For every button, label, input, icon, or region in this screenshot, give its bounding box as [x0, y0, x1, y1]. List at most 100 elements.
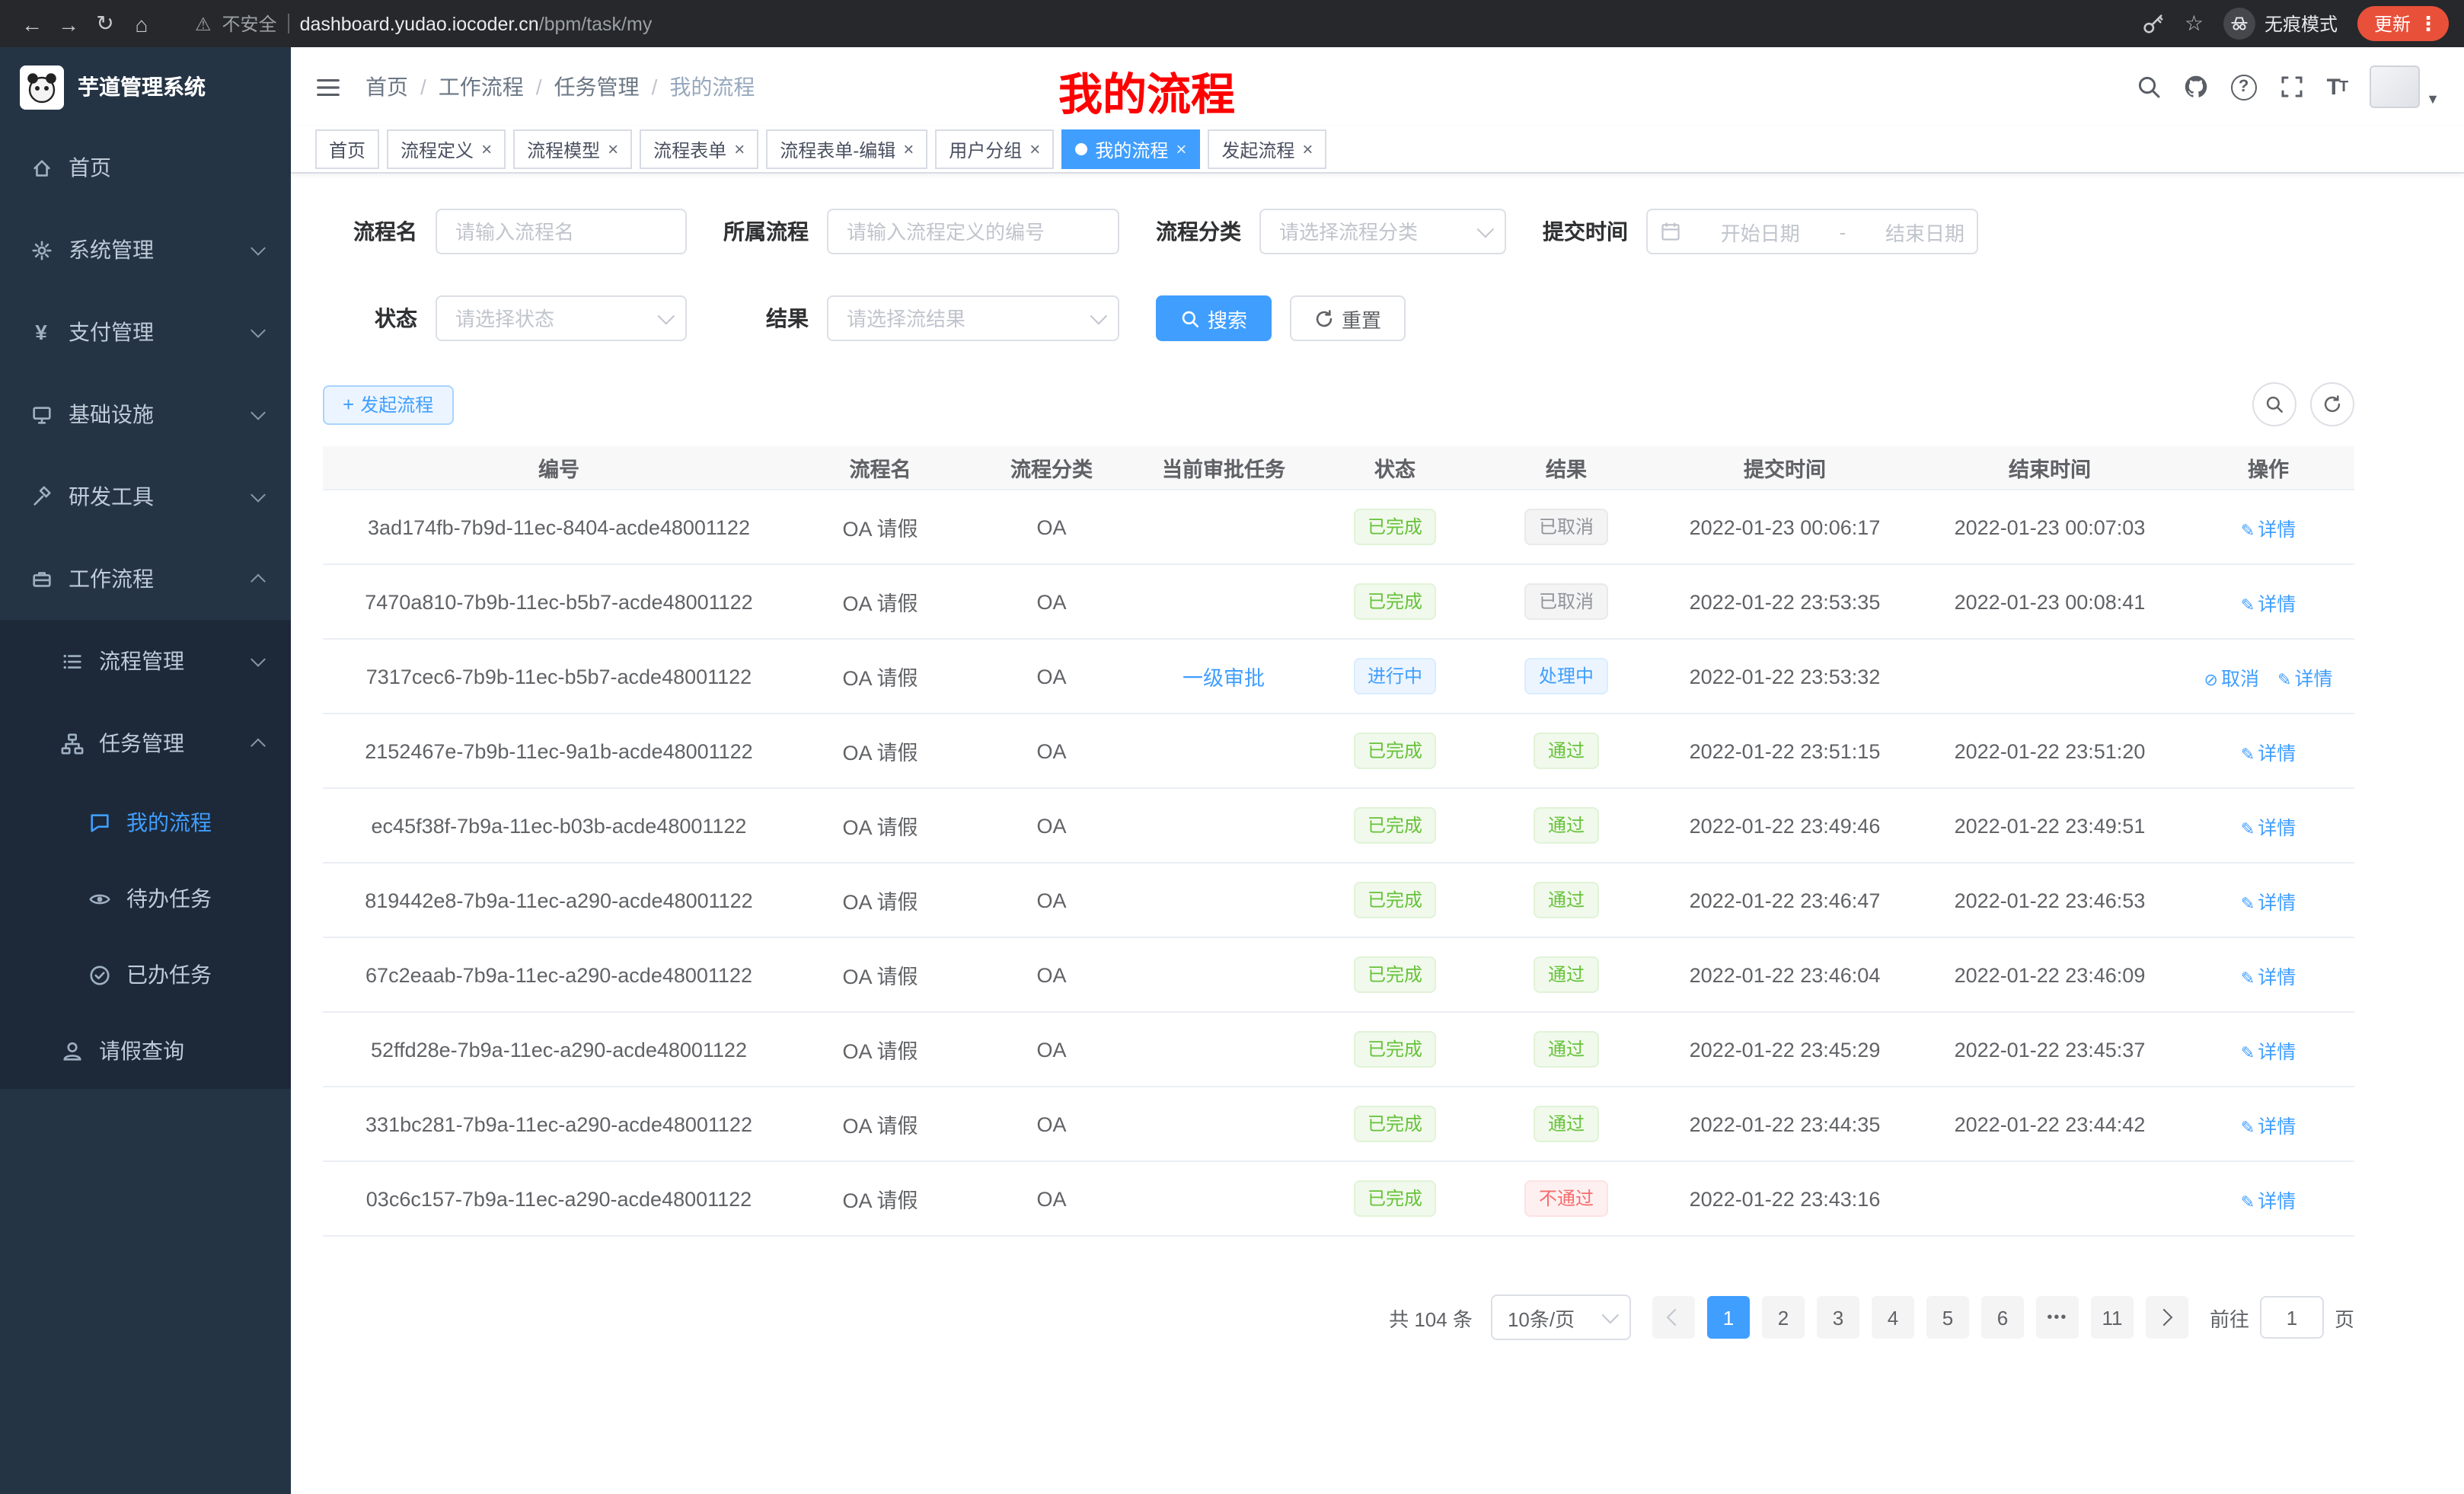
cell-current-task — [1138, 564, 1310, 639]
sidebar-item-todo-tasks[interactable]: 待办任务 — [0, 860, 291, 937]
hamburger-icon[interactable] — [315, 74, 341, 100]
sidebar-item-devtools[interactable]: 研发工具 — [0, 455, 291, 538]
page-size-select[interactable]: 10条/页 — [1491, 1294, 1631, 1340]
url-text[interactable]: dashboard.yudao.iocoder.cn/bpm/task/my — [300, 13, 653, 34]
sidebar-item-leave-query[interactable]: 请假查询 — [0, 1013, 291, 1089]
browser-home-icon[interactable]: ⌂ — [125, 11, 158, 36]
cell-result: 通过 — [1480, 863, 1652, 937]
kebab-menu-icon[interactable]: ⋮ — [2418, 11, 2438, 36]
status-select[interactable] — [436, 295, 687, 341]
cancel-link[interactable]: ⊘取消 — [2204, 668, 2259, 689]
process-name-input[interactable] — [436, 209, 687, 254]
close-icon[interactable]: × — [608, 140, 618, 158]
start-date-placeholder[interactable]: 开始日期 — [1721, 217, 1800, 246]
sidebar-item-my-process[interactable]: 我的流程 — [0, 784, 291, 860]
reset-button[interactable]: 重置 — [1290, 295, 1406, 341]
help-icon[interactable]: ? — [2231, 74, 2257, 100]
sidebar-item-system[interactable]: 系统管理 — [0, 209, 291, 291]
breadcrumb-home[interactable]: 首页 — [365, 72, 408, 102]
forward-icon[interactable]: → — [52, 11, 85, 36]
security-label[interactable]: 不安全 — [222, 11, 277, 37]
table-row: 52ffd28e-7b9a-11ec-a290-acde48001122OA 请… — [323, 1012, 2354, 1087]
breadcrumb-workflow[interactable]: 工作流程 — [439, 72, 524, 102]
breadcrumb: 首页 / 工作流程 / 任务管理 / 我的流程 — [365, 72, 755, 102]
page-ellipsis[interactable]: ••• — [2036, 1296, 2079, 1339]
status-field[interactable] — [452, 305, 649, 331]
tab-process-definition[interactable]: 流程定义× — [387, 129, 506, 169]
submit-time-range-picker[interactable]: 开始日期 - 结束日期 — [1646, 209, 1978, 254]
sidebar-item-home[interactable]: 首页 — [0, 126, 291, 209]
user-menu[interactable]: ▼ — [2370, 65, 2440, 108]
key-icon[interactable] — [2142, 12, 2165, 35]
process-def-field[interactable] — [844, 219, 1103, 244]
detail-link[interactable]: ✎详情 — [2241, 817, 2296, 838]
sidebar-item-workflow[interactable]: 工作流程 — [0, 538, 291, 620]
detail-link[interactable]: ✎详情 — [2241, 1116, 2296, 1137]
breadcrumb-task-management[interactable]: 任务管理 — [554, 72, 640, 102]
page-button[interactable]: 5 — [1926, 1296, 1969, 1339]
result-select[interactable] — [827, 295, 1119, 341]
font-size-icon[interactable]: TT — [2327, 74, 2348, 100]
result-field[interactable] — [844, 305, 1081, 331]
tab-process-model[interactable]: 流程模型× — [513, 129, 632, 169]
tab-process-form[interactable]: 流程表单× — [640, 129, 758, 169]
detail-link[interactable]: ✎详情 — [2241, 1190, 2296, 1211]
update-button[interactable]: 更新 ⋮ — [2357, 6, 2449, 41]
close-icon[interactable]: × — [903, 140, 914, 158]
sidebar-item-process-management[interactable]: 流程管理 — [0, 620, 291, 702]
category-select[interactable] — [1259, 209, 1506, 254]
prev-page-button[interactable] — [1652, 1296, 1695, 1339]
close-icon[interactable]: × — [1176, 140, 1186, 158]
detail-link[interactable]: ✎详情 — [2241, 742, 2296, 764]
close-icon[interactable]: × — [1302, 140, 1313, 158]
detail-link[interactable]: ✎详情 — [2241, 892, 2296, 913]
fullscreen-icon[interactable] — [2280, 75, 2304, 99]
search-button[interactable]: 搜索 — [1156, 295, 1272, 341]
process-name-field[interactable] — [452, 219, 670, 244]
page-button[interactable]: 6 — [1981, 1296, 2024, 1339]
page-button[interactable]: 4 — [1872, 1296, 1914, 1339]
back-icon[interactable]: ← — [15, 11, 49, 36]
end-date-placeholder[interactable]: 结束日期 — [1885, 217, 1964, 246]
app-logo-row[interactable]: 芋道管理系统 — [0, 47, 291, 126]
page-button[interactable]: 2 — [1762, 1296, 1805, 1339]
bookmark-star-icon[interactable]: ☆ — [2185, 11, 2204, 37]
refresh-button[interactable] — [2310, 382, 2354, 426]
search-icon[interactable] — [2137, 75, 2161, 99]
page-button[interactable]: 11 — [2091, 1296, 2134, 1339]
page-button[interactable]: 3 — [1817, 1296, 1859, 1339]
avatar[interactable] — [2370, 65, 2420, 108]
next-page-button[interactable] — [2146, 1296, 2188, 1339]
category-field[interactable] — [1276, 219, 1468, 244]
detail-link[interactable]: ✎详情 — [2241, 593, 2296, 615]
tab-home[interactable]: 首页 — [315, 129, 379, 169]
tab-user-group[interactable]: 用户分组× — [935, 129, 1054, 169]
close-icon[interactable]: × — [1029, 140, 1040, 158]
reload-icon[interactable]: ↻ — [88, 11, 122, 37]
close-icon[interactable]: × — [481, 140, 492, 158]
chevron-down-icon — [251, 405, 266, 420]
address-bar[interactable]: ⚠ 不安全 dashboard.yudao.iocoder.cn/bpm/tas… — [180, 5, 2121, 42]
start-process-button[interactable]: + 发起流程 — [323, 385, 453, 424]
tab-process-form-edit[interactable]: 流程表单-编辑× — [766, 129, 927, 169]
detail-link[interactable]: ✎详情 — [2241, 966, 2296, 988]
show-search-button[interactable] — [2252, 382, 2296, 426]
close-icon[interactable]: × — [734, 140, 745, 158]
cell-submit-time: 2022-01-22 23:51:15 — [1652, 713, 1917, 788]
detail-link[interactable]: ✎详情 — [2241, 519, 2296, 540]
process-def-input[interactable] — [827, 209, 1119, 254]
detail-link[interactable]: ✎详情 — [2277, 668, 2332, 689]
tab-start-process[interactable]: 发起流程× — [1208, 129, 1326, 169]
chevron-down-icon — [658, 308, 675, 325]
sidebar-item-payment[interactable]: ¥ 支付管理 — [0, 291, 291, 373]
github-icon[interactable] — [2184, 75, 2208, 99]
current-task-link[interactable]: 一级审批 — [1183, 667, 1265, 690]
detail-link[interactable]: ✎详情 — [2241, 1041, 2296, 1062]
goto-page-input[interactable] — [2260, 1296, 2324, 1339]
sidebar-item-done-tasks[interactable]: 已办任务 — [0, 937, 291, 1013]
sidebar-item-infrastructure[interactable]: 基础设施 — [0, 373, 291, 455]
eye-icon — [87, 886, 111, 911]
tab-my-process[interactable]: 我的流程× — [1061, 129, 1200, 169]
page-button[interactable]: 1 — [1707, 1296, 1750, 1339]
sidebar-item-task-management[interactable]: 任务管理 — [0, 702, 291, 784]
